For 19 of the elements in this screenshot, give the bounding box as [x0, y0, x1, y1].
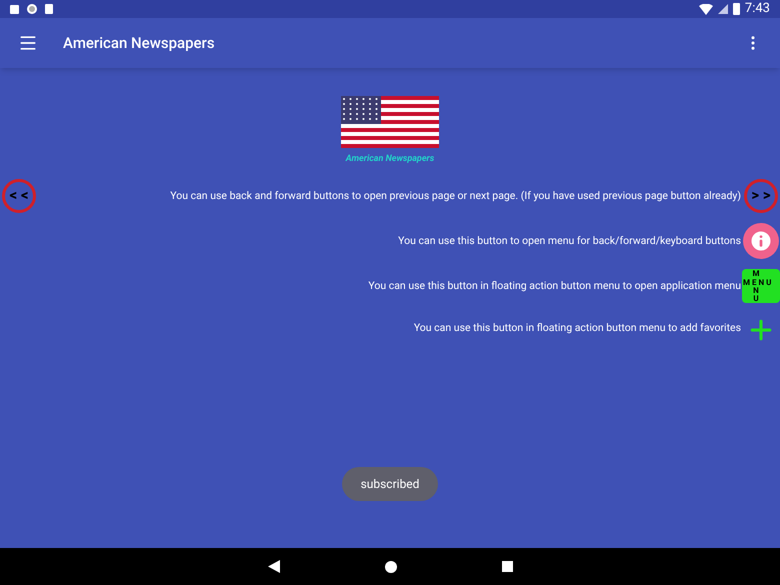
- clock: 7:43: [744, 0, 770, 18]
- wifi-icon: [698, 4, 713, 14]
- battery-icon: [732, 3, 740, 15]
- hint-text: You can use this button in floating action button menu to open application menu: [368, 278, 741, 294]
- back-button[interactable]: < <: [2, 178, 36, 212]
- forward-button[interactable]: > >: [744, 178, 778, 212]
- menu-button[interactable]: M M E N U NU: [742, 268, 780, 302]
- back-icon[interactable]: [268, 560, 280, 573]
- hint-text: You can use back and forward buttons to open previous page or next page. (If you have used previous page button already): [170, 188, 741, 204]
- logo-caption: American Newspapers: [346, 153, 434, 166]
- app-title: American Newspapers: [63, 32, 215, 54]
- hint-text: You can use this button to open menu for back/forward/keyboard buttons: [398, 232, 741, 248]
- info-button[interactable]: [743, 222, 779, 258]
- recents-icon[interactable]: [502, 561, 512, 572]
- toast-message: subscribed: [342, 467, 438, 501]
- sd-card-icon: [45, 4, 53, 14]
- hint-text: You can use this button in floating action button menu to add favorites: [414, 320, 741, 336]
- home-icon[interactable]: [384, 560, 396, 572]
- signal-icon: [718, 4, 728, 14]
